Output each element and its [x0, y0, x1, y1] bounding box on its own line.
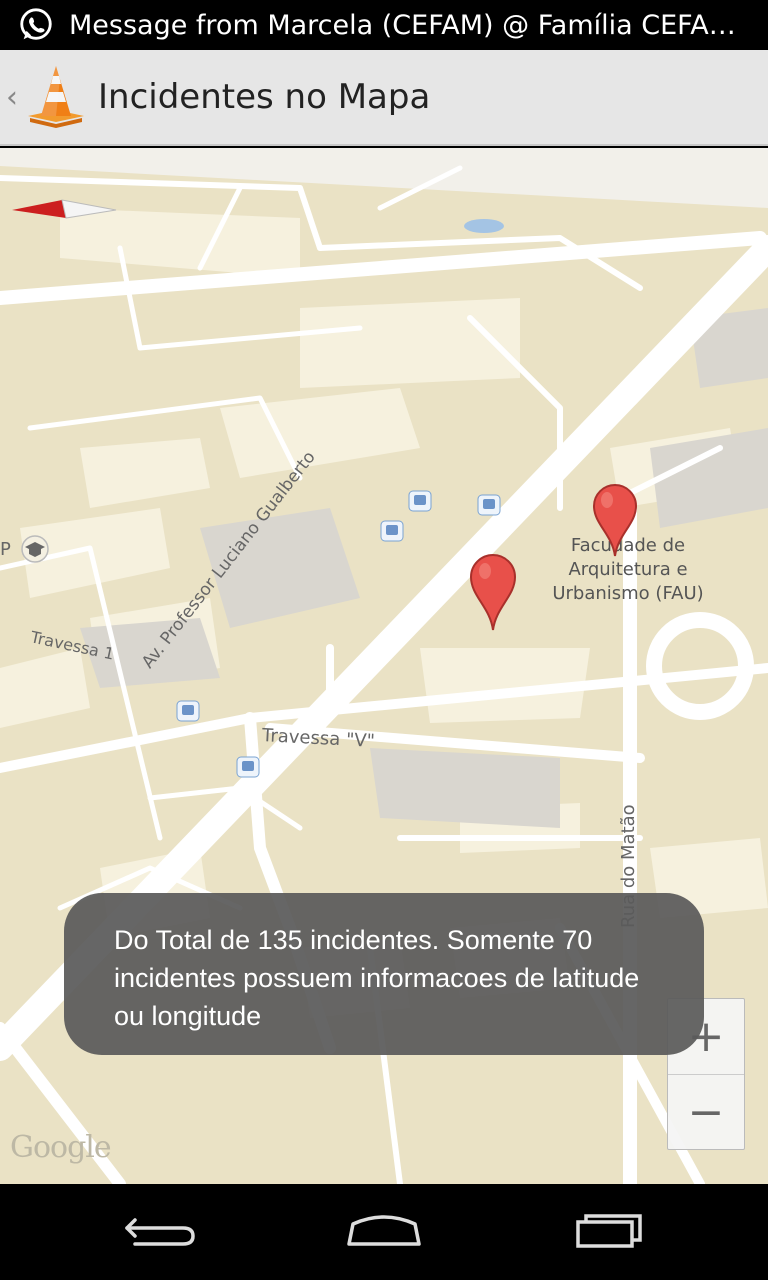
university-icon[interactable]: [20, 534, 50, 564]
zoom-out-button[interactable]: −: [668, 1074, 744, 1149]
whatsapp-icon: [20, 8, 52, 40]
chevron-left-icon[interactable]: ‹: [6, 80, 22, 115]
partial-poi-label: P: [0, 539, 11, 560]
notification-text[interactable]: Message from Marcela (CEFAM) @ Família C…: [69, 10, 749, 41]
traffic-cone-icon[interactable]: [24, 64, 88, 130]
page-title: Incidentes no Mapa: [98, 77, 431, 117]
action-bar: ‹ Incidentes no Mapa: [0, 50, 768, 146]
navigation-bar: [0, 1184, 768, 1280]
incident-marker[interactable]: [469, 554, 517, 632]
bus-stop-icon[interactable]: [236, 756, 260, 778]
home-icon[interactable]: [339, 1206, 429, 1256]
google-attribution: Google: [10, 1130, 112, 1165]
bus-stop-icon[interactable]: [477, 494, 501, 516]
bus-stop-icon[interactable]: [380, 520, 404, 542]
bus-stop-icon[interactable]: [408, 490, 432, 512]
status-bar: Message from Marcela (CEFAM) @ Família C…: [0, 0, 768, 50]
back-icon[interactable]: [115, 1206, 205, 1256]
toast-message: Do Total de 135 incidentes. Somente 70 i…: [64, 893, 704, 1055]
recents-icon[interactable]: [564, 1206, 654, 1256]
incident-marker[interactable]: [592, 484, 638, 558]
bus-stop-icon[interactable]: [176, 700, 200, 722]
